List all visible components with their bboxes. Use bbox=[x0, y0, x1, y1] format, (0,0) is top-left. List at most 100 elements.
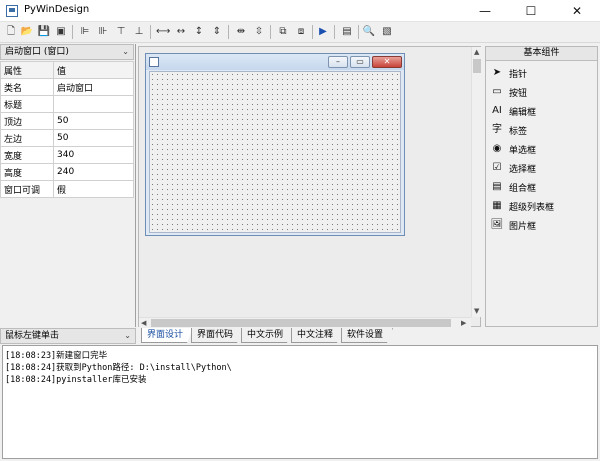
align-top-icon[interactable]: ⊤ bbox=[114, 25, 128, 39]
component-checkbox[interactable]: ☑ 选择框 bbox=[490, 159, 596, 176]
component-label[interactable]: 字 标签 bbox=[490, 121, 596, 138]
toolbar-separator bbox=[270, 25, 271, 39]
table-row[interactable]: 标题 bbox=[0, 95, 134, 113]
event-select[interactable]: 鼠标左键单击 ⌄ bbox=[0, 328, 136, 344]
same-width-icon[interactable]: ⟷ bbox=[156, 25, 170, 39]
close-button[interactable]: ✕ bbox=[554, 0, 600, 22]
component-picturebox[interactable]: 🖼 图片框 bbox=[490, 216, 596, 233]
run-icon[interactable]: ▶ bbox=[316, 25, 330, 39]
align-left-icon[interactable]: ⊫ bbox=[78, 25, 92, 39]
object-select-value: 启动窗口 (窗口) bbox=[5, 47, 69, 57]
scroll-up-icon[interactable]: ▲ bbox=[474, 48, 479, 56]
design-minimize-icon: – bbox=[328, 56, 348, 68]
toolbar-separator bbox=[312, 25, 313, 39]
property-value[interactable]: 假 bbox=[53, 180, 134, 198]
header-value: 值 bbox=[53, 61, 134, 79]
component-label: 超级列表框 bbox=[509, 203, 555, 213]
title-bar: PyWinDesign — ☐ ✕ bbox=[0, 0, 600, 22]
table-row[interactable]: 顶边 50 bbox=[0, 112, 134, 130]
vertical-scrollbar[interactable]: ▲ ▼ bbox=[471, 47, 481, 317]
scroll-thumb[interactable] bbox=[473, 59, 481, 73]
tab-examples[interactable]: 中文示例 bbox=[241, 328, 293, 343]
property-name: 宽度 bbox=[0, 146, 54, 164]
component-button[interactable]: ▭ 按钮 bbox=[490, 83, 596, 100]
hspace-icon[interactable]: ↔ bbox=[174, 25, 188, 39]
log-line: [18:08:23]新建窗口完毕 bbox=[5, 351, 108, 361]
maximize-button[interactable]: ☐ bbox=[508, 0, 554, 22]
layout-icon[interactable]: ▤ bbox=[340, 25, 354, 39]
scroll-left-icon[interactable]: ◀ bbox=[141, 319, 146, 327]
save-icon[interactable]: 💾 bbox=[37, 25, 51, 39]
table-row[interactable]: 类名 启动窗口 bbox=[0, 78, 134, 96]
chevron-down-icon: ⌄ bbox=[124, 331, 131, 340]
property-name: 高度 bbox=[0, 163, 54, 181]
property-value[interactable]: 启动窗口 bbox=[53, 78, 134, 96]
output-log[interactable]: [18:08:23]新建窗口完毕 [18:08:24]获取到Python路径: … bbox=[2, 345, 598, 459]
property-value[interactable]: 50 bbox=[53, 112, 134, 130]
tab-ui-code[interactable]: 界面代码 bbox=[191, 328, 243, 343]
table-row[interactable]: 左边 50 bbox=[0, 129, 134, 147]
property-panel: 启动窗口 (窗口) ⌄ 属性 值 类名 启动窗口 标题 顶边 50 左边 50 … bbox=[0, 44, 136, 327]
open-icon[interactable]: 📂 bbox=[20, 25, 34, 39]
component-label: 标签 bbox=[509, 127, 528, 137]
design-grid[interactable] bbox=[149, 71, 401, 233]
component-label: 选择框 bbox=[509, 165, 537, 175]
vspace-icon[interactable]: ↕ bbox=[192, 25, 206, 39]
align-center-icon[interactable]: ⊪ bbox=[96, 25, 110, 39]
component-label: 单选框 bbox=[509, 146, 537, 156]
property-name: 窗口可调 bbox=[0, 180, 54, 198]
toolbar-separator bbox=[150, 25, 151, 39]
same-height-icon[interactable]: ⇕ bbox=[210, 25, 224, 39]
find-icon[interactable]: 🔍 bbox=[362, 25, 376, 39]
center-v-icon[interactable]: ⇳ bbox=[252, 25, 266, 39]
tab-comments[interactable]: 中文注释 bbox=[291, 328, 343, 343]
property-table: 属性 值 类名 启动窗口 标题 顶边 50 左边 50 宽度 340 高度 24… bbox=[0, 61, 134, 198]
component-label: 按钮 bbox=[509, 89, 528, 99]
tab-settings[interactable]: 软件设置 bbox=[341, 328, 393, 343]
scroll-right-icon[interactable]: ▶ bbox=[461, 319, 466, 327]
design-window-titlebar[interactable]: – ▭ ✕ bbox=[146, 54, 404, 70]
design-canvas[interactable]: – ▭ ✕ ▲ ▼ ◀ ▶ bbox=[138, 46, 481, 327]
save-all-icon[interactable]: ▣ bbox=[54, 25, 68, 39]
app-icon bbox=[6, 5, 18, 17]
table-header: 属性 值 bbox=[0, 61, 134, 79]
toolbar-separator bbox=[228, 25, 229, 39]
chevron-down-icon: ⌄ bbox=[122, 47, 129, 56]
preview-icon[interactable]: ▧ bbox=[380, 25, 394, 39]
minimize-button[interactable]: — bbox=[462, 0, 508, 22]
component-groupbox[interactable]: ▤ 组合框 bbox=[490, 178, 596, 195]
bring-front-icon[interactable]: ⧉ bbox=[276, 25, 290, 39]
scroll-down-icon[interactable]: ▼ bbox=[474, 307, 479, 315]
property-value[interactable] bbox=[53, 95, 134, 113]
component-textbox[interactable]: AI 编辑框 bbox=[490, 102, 596, 119]
textbox-icon: AI bbox=[492, 105, 502, 116]
center-h-icon[interactable]: ⇹ bbox=[234, 25, 248, 39]
window-icon bbox=[149, 57, 159, 67]
design-window[interactable]: – ▭ ✕ bbox=[145, 53, 405, 236]
property-value[interactable]: 240 bbox=[53, 163, 134, 181]
component-label: 编辑框 bbox=[509, 108, 537, 118]
component-pointer[interactable]: ➤ 指针 bbox=[490, 64, 596, 81]
property-value[interactable]: 50 bbox=[53, 129, 134, 147]
new-icon[interactable]: 🗋 bbox=[4, 25, 18, 39]
table-row[interactable]: 宽度 340 bbox=[0, 146, 134, 164]
align-bottom-icon[interactable]: ⊥ bbox=[132, 25, 146, 39]
send-back-icon[interactable]: ⧈ bbox=[294, 25, 308, 39]
table-row[interactable]: 窗口可调 假 bbox=[0, 180, 134, 198]
button-icon: ▭ bbox=[492, 86, 502, 97]
scroll-thumb[interactable] bbox=[151, 319, 451, 327]
picturebox-icon: 🖼 bbox=[490, 219, 504, 230]
object-select[interactable]: 启动窗口 (窗口) ⌄ bbox=[0, 44, 134, 60]
tab-ui-design[interactable]: 界面设计 bbox=[141, 328, 193, 343]
groupbox-icon: ▤ bbox=[492, 181, 502, 192]
component-panel: 基本组件 ➤ 指针 ▭ 按钮 AI 编辑框 字 标签 ◉ 单选框 ☑ 选择框 ▤… bbox=[485, 46, 598, 327]
property-value[interactable]: 340 bbox=[53, 146, 134, 164]
horizontal-scrollbar[interactable]: ◀ ▶ bbox=[139, 317, 471, 327]
radio-icon: ◉ bbox=[492, 143, 502, 154]
component-listview[interactable]: ▦ 超级列表框 bbox=[490, 197, 596, 214]
panel-divider bbox=[135, 44, 136, 327]
table-row[interactable]: 高度 240 bbox=[0, 163, 134, 181]
component-radio[interactable]: ◉ 单选框 bbox=[490, 140, 596, 157]
component-label: 图片框 bbox=[509, 222, 537, 232]
tab-bar: 界面设计 界面代码 中文示例 中文注释 软件设置 bbox=[141, 328, 491, 344]
